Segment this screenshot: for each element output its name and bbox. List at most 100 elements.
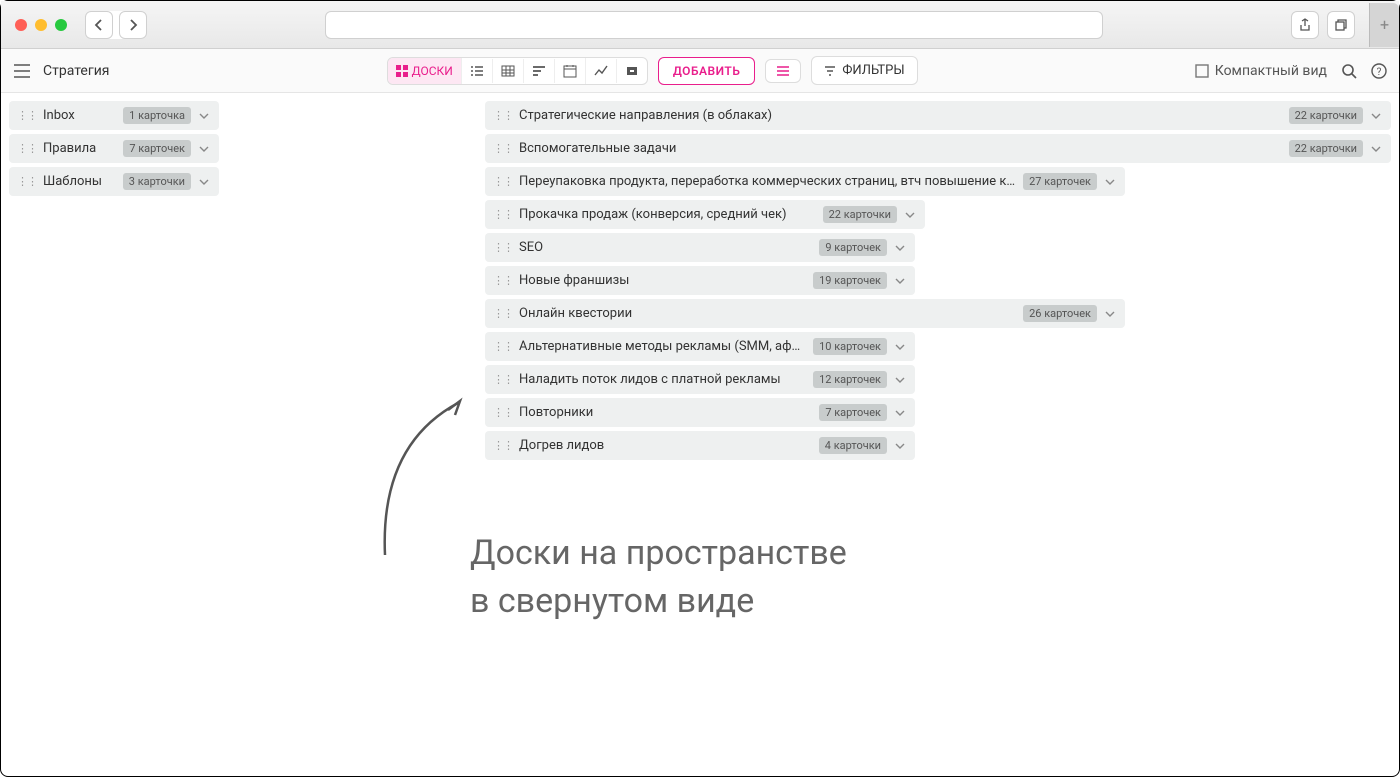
chevron-down-icon[interactable] xyxy=(197,178,211,186)
board-row[interactable]: ⋮⋮Вспомогательные задачи22 карточки xyxy=(485,134,1391,163)
filter-icon xyxy=(824,66,836,76)
maximize-window-icon[interactable] xyxy=(55,19,67,31)
board-row[interactable]: ⋮⋮Наладить поток лидов с платной рекламы… xyxy=(485,365,915,394)
board-row[interactable]: ⋮⋮ Шаблоны 3 карточки xyxy=(9,167,219,196)
board-title: Правила xyxy=(43,141,117,156)
board-row[interactable]: ⋮⋮ SEO 9 карточек xyxy=(485,233,915,262)
board-title: Переупаковка продукта, переработка комме… xyxy=(519,174,1017,189)
drag-handle-icon[interactable]: ⋮⋮ xyxy=(493,373,513,386)
chart-view-button[interactable] xyxy=(586,59,617,83)
help-icon[interactable]: ? xyxy=(1371,63,1387,79)
card-count-badge: 7 карточек xyxy=(819,404,887,421)
board-row[interactable]: ⋮⋮Новые франшизы19 карточек xyxy=(485,266,915,295)
svg-text:?: ? xyxy=(1377,67,1382,78)
card-count-badge: 3 карточки xyxy=(123,173,191,190)
drag-handle-icon[interactable]: ⋮⋮ xyxy=(17,109,37,122)
drag-handle-icon[interactable]: ⋮⋮ xyxy=(493,340,513,353)
compact-label: Компактный вид xyxy=(1215,63,1327,79)
url-bar[interactable] xyxy=(325,11,1103,39)
board-row[interactable]: ⋮⋮ Альтернативные методы рекламы (SMM, аф… xyxy=(485,332,915,361)
board-title: Альтернативные методы рекламы (SMM, афиш… xyxy=(519,339,807,354)
search-icon[interactable] xyxy=(1341,63,1357,79)
archive-view-button[interactable] xyxy=(617,59,647,83)
board-row[interactable]: ⋮⋮ Повторники 7 карточек xyxy=(485,398,915,427)
boards-view-label: ДОСКИ xyxy=(412,64,453,78)
chevron-down-icon[interactable] xyxy=(903,211,917,219)
drag-handle-icon[interactable]: ⋮⋮ xyxy=(17,175,37,188)
drag-handle-icon[interactable]: ⋮⋮ xyxy=(493,406,513,419)
archive-icon xyxy=(625,65,639,77)
chevron-down-icon[interactable] xyxy=(197,145,211,153)
chevron-down-icon[interactable] xyxy=(1103,178,1117,186)
chevron-down-icon[interactable] xyxy=(893,409,907,417)
checkbox-icon xyxy=(1195,64,1209,78)
forward-button[interactable] xyxy=(119,11,147,39)
gantt-view-button[interactable] xyxy=(524,59,555,83)
boards-view-button[interactable]: ДОСКИ xyxy=(388,58,462,84)
card-count-badge: 1 карточка xyxy=(123,107,191,124)
drag-handle-icon[interactable]: ⋮⋮ xyxy=(493,241,513,254)
chevron-down-icon[interactable] xyxy=(1103,310,1117,318)
board-title: Шаблоны xyxy=(43,174,117,189)
board-title: SEO xyxy=(519,240,813,255)
chevron-down-icon[interactable] xyxy=(1369,145,1383,153)
annotation-line2: в свернутом виде xyxy=(470,578,847,626)
drag-handle-icon[interactable]: ⋮⋮ xyxy=(493,307,513,320)
new-tab-button[interactable]: + xyxy=(1369,3,1399,47)
list-view-button[interactable] xyxy=(462,59,493,83)
board-title: Новые франшизы xyxy=(519,273,807,288)
filters-button[interactable]: ФИЛЬТРЫ xyxy=(811,56,917,85)
annotation-text: Доски на пространстве в свернутом виде xyxy=(470,530,847,625)
filters-label: ФИЛЬТРЫ xyxy=(842,63,904,78)
right-boards-column: ⋮⋮Стратегические направления (в облаках)… xyxy=(485,101,1391,460)
boards-icon xyxy=(396,65,408,77)
card-count-badge: 27 карточек xyxy=(1023,173,1097,190)
chevron-down-icon[interactable] xyxy=(1369,112,1383,120)
card-count-badge: 10 карточек xyxy=(813,338,887,355)
chevron-down-icon[interactable] xyxy=(893,376,907,384)
list-icon xyxy=(470,65,484,77)
drag-handle-icon[interactable]: ⋮⋮ xyxy=(493,208,513,221)
drag-handle-icon[interactable]: ⋮⋮ xyxy=(493,109,513,122)
board-title: Inbox xyxy=(43,108,117,123)
board-row[interactable]: ⋮⋮Прокачка продаж (конверсия, средний че… xyxy=(485,200,925,229)
calendar-icon xyxy=(563,64,577,78)
drag-handle-icon[interactable]: ⋮⋮ xyxy=(493,142,513,155)
chevron-down-icon[interactable] xyxy=(893,442,907,450)
chevron-down-icon[interactable] xyxy=(893,244,907,252)
content-area: ⋮⋮ Inbox 1 карточка ⋮⋮ Правила 7 карточек ⋮⋮ Ша… xyxy=(1,93,1399,468)
back-button[interactable] xyxy=(85,11,113,39)
priority-button[interactable] xyxy=(765,59,801,83)
window-controls xyxy=(15,19,67,31)
drag-handle-icon[interactable]: ⋮⋮ xyxy=(493,274,513,287)
minimize-window-icon[interactable] xyxy=(35,19,47,31)
calendar-view-button[interactable] xyxy=(555,58,586,84)
chevron-down-icon[interactable] xyxy=(197,112,211,120)
board-title: Онлайн квестории xyxy=(519,306,1017,321)
card-count-badge: 7 карточек xyxy=(123,140,191,157)
drag-handle-icon[interactable]: ⋮⋮ xyxy=(493,175,513,188)
drag-handle-icon[interactable]: ⋮⋮ xyxy=(17,142,37,155)
tabs-button[interactable] xyxy=(1327,11,1355,39)
left-boards-column: ⋮⋮ Inbox 1 карточка ⋮⋮ Правила 7 карточек ⋮⋮ Ша… xyxy=(9,101,219,196)
board-row[interactable]: ⋮⋮ Inbox 1 карточка xyxy=(9,101,219,130)
compact-view-toggle[interactable]: Компактный вид xyxy=(1195,63,1327,79)
close-window-icon[interactable] xyxy=(15,19,27,31)
card-count-badge: 9 карточек xyxy=(819,239,887,256)
board-row[interactable]: ⋮⋮Стратегические направления (в облаках)… xyxy=(485,101,1391,130)
table-view-button[interactable] xyxy=(493,59,524,83)
menu-icon[interactable] xyxy=(13,64,33,78)
add-button[interactable]: ДОБАВИТЬ xyxy=(658,57,755,85)
board-row[interactable]: ⋮⋮ Правила 7 карточек xyxy=(9,134,219,163)
board-row[interactable]: ⋮⋮Догрев лидов4 карточки xyxy=(485,431,915,460)
drag-handle-icon[interactable]: ⋮⋮ xyxy=(493,439,513,452)
board-row[interactable]: ⋮⋮Онлайн квестории26 карточек xyxy=(485,299,1125,328)
chevron-down-icon[interactable] xyxy=(893,343,907,351)
chart-icon xyxy=(594,65,608,77)
board-row[interactable]: ⋮⋮ Переупаковка продукта, переработка ком… xyxy=(485,167,1125,196)
board-title: Повторники xyxy=(519,405,813,420)
chevron-down-icon[interactable] xyxy=(893,277,907,285)
view-switcher: ДОСКИ xyxy=(387,57,648,85)
board-title: Вспомогательные задачи xyxy=(519,141,1283,156)
share-button[interactable] xyxy=(1291,11,1319,39)
